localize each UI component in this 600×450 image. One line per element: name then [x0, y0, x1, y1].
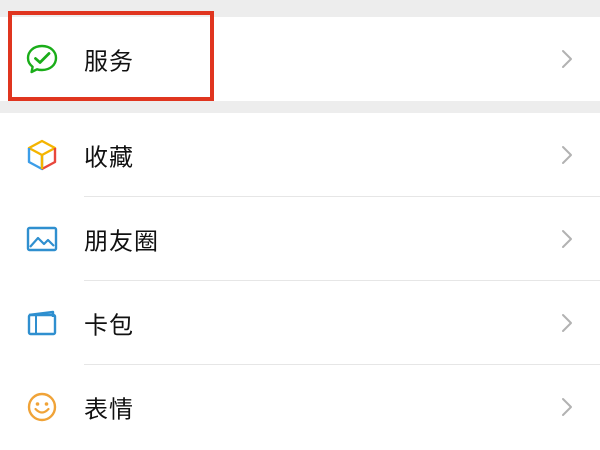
menu-item-label: 朋友圈 — [84, 227, 159, 256]
menu-item-label: 收藏 — [84, 143, 134, 172]
service-chat-check-icon — [24, 41, 60, 77]
chevron-right-icon — [560, 144, 574, 166]
menu-item-label: 卡包 — [84, 311, 134, 340]
chevron-right-icon — [560, 228, 574, 250]
menu-item-moments[interactable]: 朋友圈 — [0, 197, 600, 281]
chevron-right-icon — [560, 312, 574, 334]
menu-item-label: 表情 — [84, 395, 134, 424]
chevron-right-icon — [560, 48, 574, 70]
menu-item-stickers[interactable]: 表情 — [0, 365, 600, 449]
me-page-menu: 服务 收藏 朋友圈 卡包 表情 — [0, 0, 600, 450]
menu-item-cards[interactable]: 卡包 — [0, 281, 600, 365]
menu-item-label: 服务 — [84, 47, 134, 76]
card-wallet-icon — [24, 305, 60, 341]
chevron-right-icon — [560, 396, 574, 418]
moments-photo-icon — [24, 221, 60, 257]
sticker-smile-icon — [24, 389, 60, 425]
menu-item-services[interactable]: 服务 — [0, 17, 600, 101]
menu-group-services: 服务 — [0, 17, 600, 101]
menu-item-favorites[interactable]: 收藏 — [0, 113, 600, 197]
menu-group-main: 收藏 朋友圈 卡包 表情 — [0, 113, 600, 450]
favorites-cube-icon — [24, 137, 60, 173]
